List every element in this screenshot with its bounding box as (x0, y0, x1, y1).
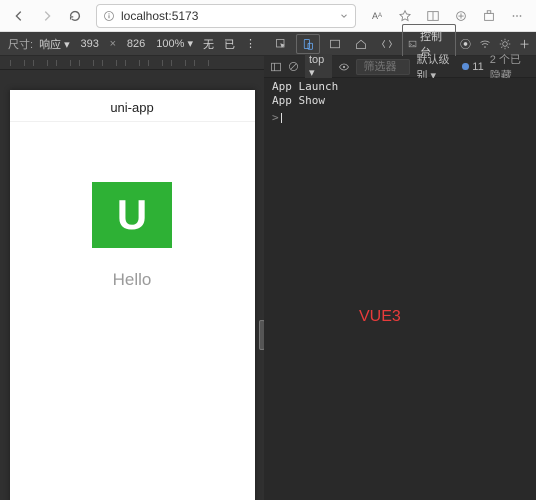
zoom-select[interactable]: 100% ▾ (156, 37, 193, 50)
dpr-select[interactable]: 无 (203, 36, 214, 52)
refresh-button[interactable] (62, 3, 88, 29)
address-bar[interactable]: localhost:5173 (96, 4, 356, 28)
context-select[interactable]: top ▾ (305, 54, 332, 79)
text-size-button[interactable]: AA (364, 3, 390, 29)
home-icon[interactable] (350, 35, 372, 53)
debug-icon[interactable]: ⦿ (460, 36, 471, 52)
app-logo: U (92, 182, 172, 248)
device-viewport: uni-app U Hello (0, 70, 264, 500)
size-label: 尺寸: (8, 36, 33, 52)
clear-console-icon[interactable] (288, 61, 299, 72)
console-body[interactable]: App Launch App Show > VUE3 (264, 78, 536, 500)
plus-icon[interactable]: ＋ (519, 36, 530, 52)
more-device-icon[interactable]: ⋮ (245, 37, 256, 50)
logo-letter: U (117, 191, 147, 239)
inspect-icon[interactable] (270, 35, 292, 53)
device-select[interactable]: 响应 ▾ (39, 36, 70, 52)
hello-text: Hello (113, 270, 152, 290)
width-input[interactable]: 393 (76, 38, 104, 50)
info-dot-icon (462, 63, 469, 70)
ruler (0, 56, 264, 70)
console-line: App Launch (272, 80, 528, 94)
console-prompt[interactable]: > (272, 111, 528, 124)
device-mode-icon[interactable] (296, 34, 320, 54)
extensions-icon[interactable] (476, 3, 502, 29)
issue-count[interactable]: 11 (462, 61, 483, 73)
welcome-icon[interactable] (324, 35, 346, 53)
elements-icon[interactable] (376, 35, 398, 53)
info-icon (103, 10, 115, 22)
throttling-select[interactable]: 已 (224, 36, 235, 52)
sidebar-toggle-icon[interactable] (270, 61, 282, 73)
filter-input[interactable] (356, 59, 410, 75)
gear-icon[interactable] (499, 38, 511, 50)
url-text: localhost:5173 (121, 9, 349, 23)
wifi-icon[interactable] (479, 38, 491, 50)
forward-button[interactable] (34, 3, 60, 29)
back-button[interactable] (6, 3, 32, 29)
console-line: App Show (272, 94, 528, 108)
eye-icon[interactable] (338, 61, 350, 73)
device-frame: uni-app U Hello (10, 90, 255, 500)
caret-down-icon (339, 11, 349, 21)
device-toolbar: 尺寸: 响应 ▾ 393 × 826 100% ▾ 无 已 ⋮ (0, 32, 264, 56)
more-icon[interactable] (504, 3, 530, 29)
page-title: uni-app (10, 90, 255, 122)
dim-sep: × (110, 38, 116, 50)
console-toolbar: top ▾ 默认级别 ▾ 11 2 个已隐藏 (264, 56, 536, 78)
vue3-overlay: VUE3 (359, 308, 401, 326)
height-input[interactable]: 826 (122, 38, 150, 50)
